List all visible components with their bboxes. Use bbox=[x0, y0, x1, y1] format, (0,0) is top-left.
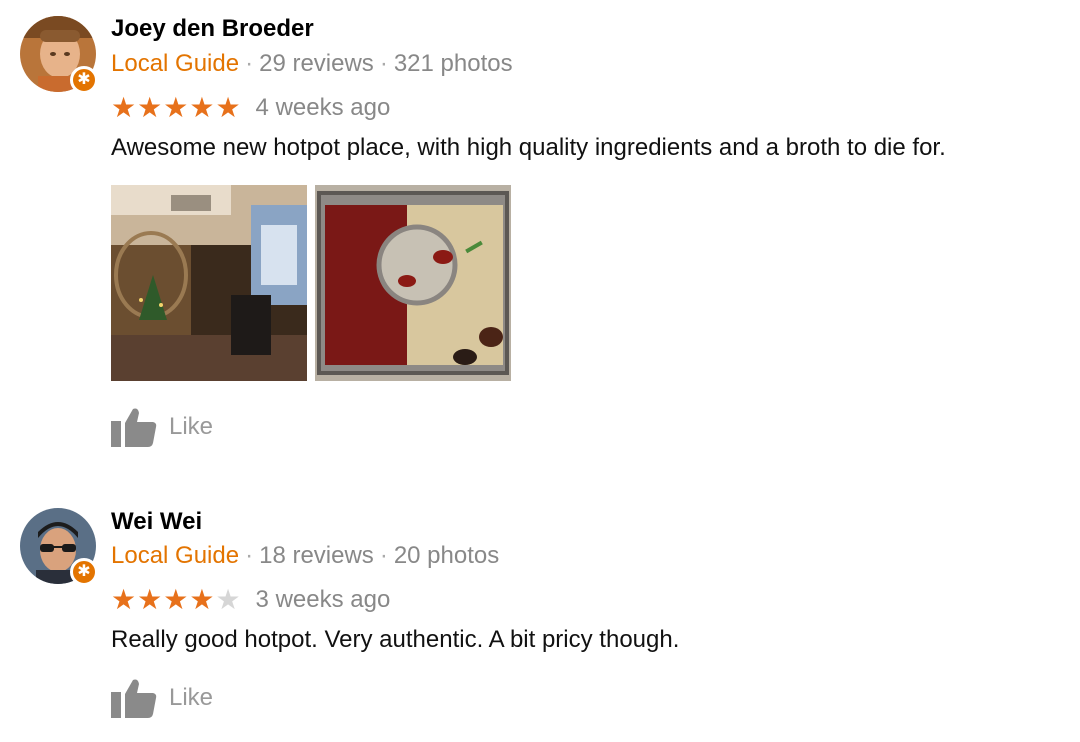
star-badge-icon: ✱ bbox=[70, 558, 98, 586]
review-photo-restaurant-interior[interactable] bbox=[111, 185, 307, 381]
reviewer-meta: Local Guide · 29 reviews · 321 photos bbox=[111, 50, 513, 78]
star-icon: ★ bbox=[189, 584, 215, 615]
star-icon: ★ bbox=[163, 584, 189, 615]
reviews-count: 29 reviews bbox=[259, 50, 374, 77]
star-icon: ★ bbox=[111, 92, 137, 123]
star-rating: ★ ★ ★ ★ ★ bbox=[111, 586, 242, 614]
review-text: Awesome new hotpot place, with high qual… bbox=[111, 134, 946, 161]
star-icon: ★ bbox=[215, 92, 241, 123]
photos-count: 321 photos bbox=[393, 50, 513, 77]
separator: · bbox=[379, 50, 388, 77]
thumbs-up-icon bbox=[111, 408, 157, 447]
star-icon: ★ bbox=[189, 92, 215, 123]
separator: · bbox=[379, 542, 388, 569]
star-rating: ★ ★ ★ ★ ★ bbox=[111, 94, 242, 122]
like-button[interactable]: Like bbox=[111, 407, 213, 447]
separator: · bbox=[245, 50, 254, 77]
separator: · bbox=[245, 542, 254, 569]
reviews-count: 18 reviews bbox=[259, 542, 374, 569]
like-label: Like bbox=[169, 684, 214, 711]
reviewer-meta: Local Guide · 18 reviews · 20 photos bbox=[111, 542, 499, 570]
like-label: Like bbox=[169, 413, 214, 440]
photos-count: 20 photos bbox=[393, 542, 500, 569]
reviewer-name[interactable]: Wei Wei bbox=[111, 508, 202, 536]
review-photos bbox=[111, 185, 511, 381]
avatar[interactable]: ✱ bbox=[20, 16, 98, 94]
reviewer-name[interactable]: Joey den Broeder bbox=[111, 15, 314, 43]
local-guide-badge[interactable]: Local Guide bbox=[111, 50, 239, 77]
review-time: 3 weeks ago bbox=[255, 586, 391, 613]
avatar[interactable]: ✱ bbox=[20, 508, 98, 586]
review-photo-hotpot[interactable] bbox=[315, 185, 511, 381]
review-text: Really good hotpot. Very authentic. A bi… bbox=[111, 626, 680, 653]
review-time: 4 weeks ago bbox=[255, 94, 391, 121]
star-empty-icon: ★ bbox=[215, 584, 241, 615]
rating-row: ★ ★ ★ ★ ★ 4 weeks ago bbox=[111, 94, 390, 122]
local-guide-badge[interactable]: Local Guide bbox=[111, 542, 239, 569]
like-button[interactable]: Like bbox=[111, 678, 213, 718]
rating-row: ★ ★ ★ ★ ★ 3 weeks ago bbox=[111, 586, 390, 614]
star-icon: ★ bbox=[137, 584, 163, 615]
star-icon: ★ bbox=[137, 92, 163, 123]
star-badge-icon: ✱ bbox=[70, 66, 98, 94]
star-icon: ★ bbox=[163, 92, 189, 123]
thumbs-up-icon bbox=[111, 679, 157, 718]
star-icon: ★ bbox=[111, 584, 137, 615]
